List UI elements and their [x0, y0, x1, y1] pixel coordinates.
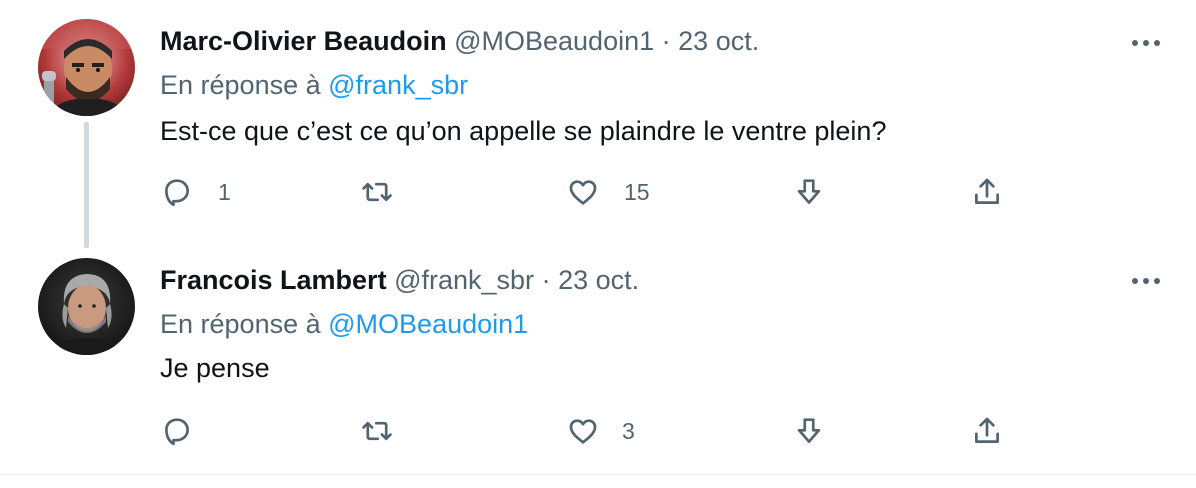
- tweet-date[interactable]: 23 oct.: [678, 26, 759, 56]
- tweet[interactable]: Francois Lambert @frank_sbr · 23 oct. En…: [0, 250, 1196, 474]
- avatar-image: [38, 258, 135, 355]
- reply-context: En réponse à @frank_sbr: [160, 68, 468, 102]
- author-name[interactable]: Francois Lambert: [160, 265, 387, 295]
- avatar-image: [38, 19, 135, 116]
- like-button[interactable]: 3: [566, 411, 635, 451]
- share-button[interactable]: [970, 172, 1004, 212]
- reply-mention-link[interactable]: @MOBeaudoin1: [328, 309, 528, 339]
- reply-prefix: En réponse à: [160, 309, 321, 339]
- separator-dot: ·: [661, 26, 671, 56]
- reply-mention-link[interactable]: @frank_sbr: [328, 70, 468, 100]
- downvote-arrow-icon: [797, 179, 821, 204]
- more-horizontal-icon: [1132, 278, 1160, 284]
- author-handle[interactable]: @frank_sbr: [394, 265, 534, 295]
- heart-icon: [569, 419, 597, 444]
- tweet-actions: 1 15: [160, 172, 1020, 212]
- avatar[interactable]: [38, 19, 135, 116]
- more-options-button[interactable]: [1126, 28, 1166, 58]
- retweet-button[interactable]: [360, 172, 418, 212]
- reply-button[interactable]: [160, 411, 218, 451]
- like-count: 3: [622, 417, 635, 444]
- divider: [0, 474, 1196, 475]
- more-options-button[interactable]: [1126, 266, 1166, 296]
- heart-icon: [569, 180, 597, 205]
- thread-connector-line: [84, 122, 89, 248]
- separator-dot: ·: [541, 265, 551, 295]
- share-button[interactable]: [970, 411, 1004, 451]
- tweet[interactable]: Marc-Olivier Beaudoin @MOBeaudoin1 · 23 …: [0, 0, 1196, 250]
- conversation-thread: Marc-Olivier Beaudoin @MOBeaudoin1 · 23 …: [0, 0, 1196, 488]
- retweet-button[interactable]: [360, 411, 418, 451]
- share-upload-icon: [975, 178, 999, 204]
- reply-button[interactable]: 1: [160, 172, 231, 212]
- share-upload-icon: [975, 417, 999, 443]
- reply-bubble-icon: [165, 179, 189, 207]
- reply-bubble-icon: [165, 418, 189, 446]
- retweet-icon: [362, 182, 392, 202]
- author-name[interactable]: Marc-Olivier Beaudoin: [160, 26, 447, 56]
- tweet-header: Marc-Olivier Beaudoin @MOBeaudoin1 · 23 …: [160, 24, 759, 58]
- reply-count: 1: [218, 178, 231, 205]
- downvote-arrow-icon: [797, 418, 821, 443]
- author-handle[interactable]: @MOBeaudoin1: [454, 26, 654, 56]
- downvote-button[interactable]: [792, 411, 826, 451]
- downvote-button[interactable]: [792, 172, 826, 212]
- retweet-icon: [362, 421, 392, 441]
- avatar[interactable]: [38, 258, 135, 355]
- reply-prefix: En réponse à: [160, 70, 321, 100]
- like-button[interactable]: 15: [566, 172, 650, 212]
- tweet-header: Francois Lambert @frank_sbr · 23 oct.: [160, 263, 639, 297]
- tweet-actions: 3: [160, 411, 1020, 451]
- tweet-date[interactable]: 23 oct.: [558, 265, 639, 295]
- reply-context: En réponse à @MOBeaudoin1: [160, 307, 528, 341]
- tweet-text: Est-ce que c’est ce qu’on appelle se pla…: [160, 116, 887, 146]
- tweet-text: Je pense: [160, 353, 270, 383]
- like-count: 15: [624, 178, 650, 205]
- more-horizontal-icon: [1132, 40, 1160, 46]
